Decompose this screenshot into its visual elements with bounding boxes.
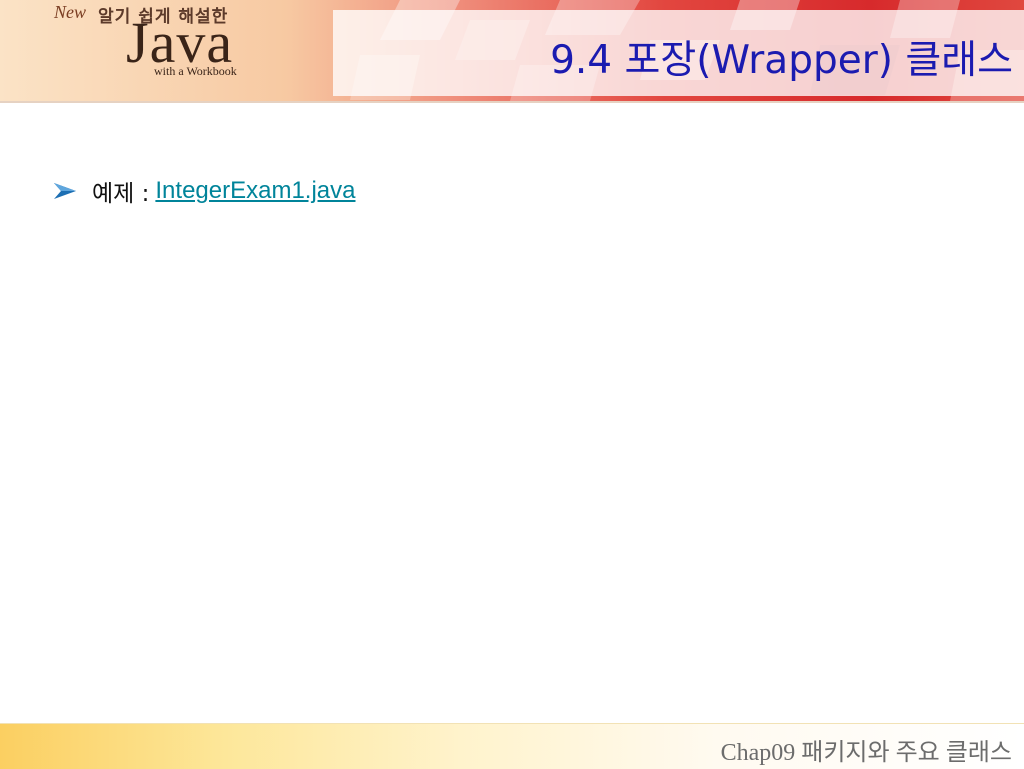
logo-new-text: New: [54, 2, 87, 22]
chapter-title: Chap09 패키지와 주요 클래스: [720, 740, 1012, 766]
logo-tagline: with a Workbook: [154, 64, 237, 78]
slide-content: 예제 : IntegerExam1.java: [52, 174, 952, 208]
book-logo: New 알기 쉽게 해설한 Java with a Workbook: [40, 0, 280, 100]
slide-header: New 알기 쉽게 해설한 Java with a Workbook 9.4 포…: [0, 0, 1024, 103]
list-item: 예제 : IntegerExam1.java: [52, 174, 952, 208]
arrow-bullet-icon: [54, 183, 76, 199]
title-box: 9.4 포장(Wrapper) 클래스: [333, 10, 1024, 96]
example-file-link[interactable]: IntegerExam1.java: [155, 177, 355, 205]
slide-title: 9.4 포장(Wrapper) 클래스: [550, 38, 1013, 83]
example-label: 예제 :: [92, 181, 150, 207]
slide-footer: Chap09 패키지와 주요 클래스: [0, 723, 1024, 769]
